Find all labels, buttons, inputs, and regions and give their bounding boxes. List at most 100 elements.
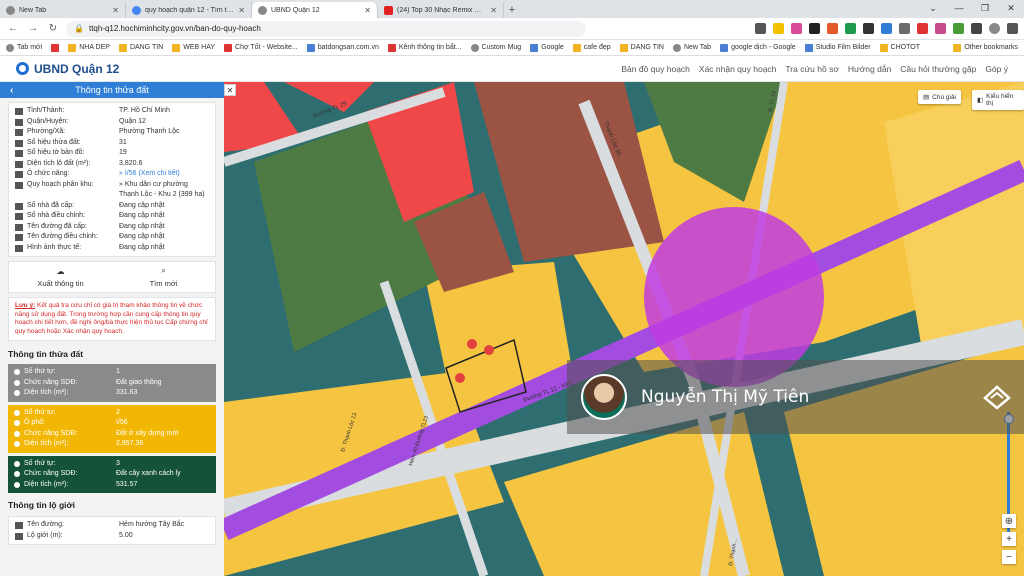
url-input[interactable]: 🔒 ttqh-q12.hochiminhcity.gov.vn/ban-do-q… — [66, 20, 586, 37]
extension-icon[interactable] — [899, 23, 910, 34]
globe-icon — [672, 43, 681, 52]
parcel-card[interactable]: Số thứ tự: 1 Chức năng SDĐ: Đất giao thông D… — [8, 364, 216, 402]
browser-tab-youtube[interactable]: (24) Top 30 Nhạc Remix Nghe ✕ — [378, 2, 504, 18]
planning-map[interactable]: Đường TL 29 Thạnh Lộc 30 Đường TL 12 - K… — [224, 82, 1024, 576]
bookmark-item[interactable] — [51, 43, 60, 52]
parcel-card[interactable]: Số thứ tự: 3 Chức năng SDĐ: Đất cây xanh cá… — [8, 455, 216, 494]
chevron-left-icon[interactable]: ‹ — [10, 85, 13, 96]
extension-icon[interactable] — [827, 23, 838, 34]
close-window-icon[interactable]: ✕ — [998, 0, 1024, 16]
reload-icon[interactable]: ↻ — [46, 22, 60, 36]
nav-planning-map[interactable]: Bản đồ quy hoạch — [621, 64, 690, 74]
marker-pin-icon[interactable] — [484, 345, 494, 355]
close-panel-button[interactable]: ✕ — [224, 84, 236, 96]
info-label: Lộ giới (m): — [27, 531, 63, 539]
display-mode-button[interactable]: ◧ Kiểu hiển thị — [972, 90, 1024, 110]
info-label: Số thứ tự: — [24, 408, 56, 416]
star-icon[interactable] — [773, 23, 784, 34]
close-icon[interactable]: ✕ — [490, 6, 497, 15]
extension-icon[interactable] — [809, 23, 820, 34]
info-row: Chức năng SDĐ: Đất giao thông — [14, 378, 210, 389]
info-value: Đang cập nhật — [119, 201, 165, 209]
bookmark-item[interactable]: NHA DEP — [68, 43, 110, 52]
site-icon — [387, 43, 396, 52]
bookmark-item[interactable]: DANG TIN — [118, 43, 163, 52]
zoom-out-button[interactable]: − — [1002, 550, 1016, 564]
info-value: 531.57 — [116, 480, 138, 488]
browser-tab-new[interactable]: New Tab ✕ — [0, 2, 126, 18]
info-label: Phường/Xã: — [27, 128, 66, 135]
puzzle-icon[interactable] — [971, 23, 982, 34]
info-row: Số nhà đã cấp: Đang cập nhật — [15, 201, 209, 212]
nav-faq[interactable]: Câu hỏi thường gặp — [900, 64, 976, 74]
parcel-card[interactable]: Số thứ tự: 2 Ô phố: I/56 Chức năng SDĐ: Đất ở… — [8, 404, 216, 453]
bookmark-item[interactable]: New Tab — [672, 43, 711, 52]
extension-icon[interactable] — [845, 23, 856, 34]
share-icon[interactable] — [755, 23, 766, 34]
nav-guide[interactable]: Hướng dẫn — [848, 64, 891, 74]
info-row: Số thứ tự: 2 — [14, 408, 210, 419]
extension-icon[interactable] — [863, 23, 874, 34]
nav-planning-confirm[interactable]: Xác nhận quy hoạch — [699, 64, 777, 74]
close-icon[interactable]: ✕ — [238, 6, 245, 15]
bookmark-item[interactable]: Chợ Tốt - Website... — [224, 43, 298, 52]
close-icon[interactable]: ✕ — [112, 6, 119, 15]
folder-icon — [619, 43, 628, 52]
browser-tab-ubnd[interactable]: UBND Quận 12 ✕ — [252, 2, 378, 18]
info-label: Số thứ tự: — [24, 368, 56, 376]
youtube-icon — [51, 43, 60, 52]
new-tab-button[interactable]: + — [504, 2, 520, 18]
extension-icon[interactable] — [881, 23, 892, 34]
legend-button[interactable]: ▤ Chú giải — [918, 90, 962, 104]
info-icon — [15, 118, 23, 126]
close-icon[interactable]: ✕ — [364, 6, 371, 15]
info-row: Diện tích (m²): 2,957.36 — [14, 439, 210, 450]
bookmark-item[interactable]: Kênh thông tin bất... — [387, 43, 462, 52]
bookmark-item[interactable]: DANG TIN — [619, 43, 664, 52]
layers-icon: ◧ — [977, 97, 984, 104]
info-label: Số hiệu thửa đất: — [27, 138, 81, 146]
folder-icon — [572, 43, 581, 52]
back-arrow-icon[interactable]: ← — [6, 22, 20, 36]
forward-arrow-icon[interactable]: → — [26, 22, 40, 36]
locate-icon[interactable]: ⊕ — [1002, 514, 1016, 528]
info-value: Đất cây xanh cách ly — [116, 470, 181, 478]
restore-icon[interactable]: ❐ — [972, 0, 998, 16]
bookmark-item[interactable]: batdongsan.com.vn — [306, 43, 379, 52]
bookmark-item[interactable]: CHOTOT — [879, 43, 920, 52]
new-search-button[interactable]: ⌕ Tìm mới — [112, 262, 215, 292]
marker-pin-icon[interactable] — [455, 373, 465, 383]
profile-avatar-icon[interactable] — [989, 23, 1000, 34]
site-logo[interactable]: UBND Quận 12 — [16, 62, 119, 76]
bookmark-item[interactable]: Google — [530, 43, 564, 52]
url-text: ttqh-q12.hochiminhcity.gov.vn/ban-do-quy… — [88, 24, 261, 33]
info-label: Chức năng SDĐ: — [24, 429, 78, 437]
folder-icon — [879, 43, 888, 52]
menu-dots-icon[interactable] — [1007, 23, 1018, 34]
extension-icon[interactable] — [791, 23, 802, 34]
bookmark-item[interactable]: cafe đẹp — [572, 43, 611, 52]
nav-record-lookup[interactable]: Tra cứu hồ sơ — [785, 64, 838, 74]
lock-icon: 🔒 — [74, 24, 84, 33]
zoom-in-button[interactable]: + — [1002, 532, 1016, 546]
chevron-down-icon[interactable]: ⌄ — [920, 0, 946, 16]
bookmark-item[interactable]: Custom Mug — [470, 43, 521, 52]
browser-tab-google[interactable]: quy hoạch quận 12 - Tìm trên Go ✕ — [126, 2, 252, 18]
info-value: 31 — [119, 138, 127, 146]
minimize-icon[interactable]: — — [946, 0, 972, 16]
folder-icon — [172, 43, 181, 52]
site-icon — [306, 43, 315, 52]
other-bookmarks[interactable]: Other bookmarks — [953, 43, 1018, 52]
bookmark-item[interactable]: google dịch - Google — [720, 43, 796, 52]
info-label: Tên đường: — [27, 521, 64, 529]
export-info-button[interactable]: ☁ Xuất thông tin — [9, 262, 112, 292]
info-value[interactable]: » I/56 (Xem chi tiết) — [119, 169, 209, 180]
bookmark-item[interactable]: Tab mới — [6, 43, 42, 52]
nav-feedback[interactable]: Góp ý — [985, 64, 1008, 74]
extension-icon[interactable] — [953, 23, 964, 34]
extension-icon[interactable] — [935, 23, 946, 34]
marker-pin-icon[interactable] — [467, 339, 477, 349]
bookmark-item[interactable]: Studio Film Bilder — [804, 43, 871, 52]
bookmark-item[interactable]: WEB HAY — [172, 43, 215, 52]
extension-icon[interactable] — [917, 23, 928, 34]
